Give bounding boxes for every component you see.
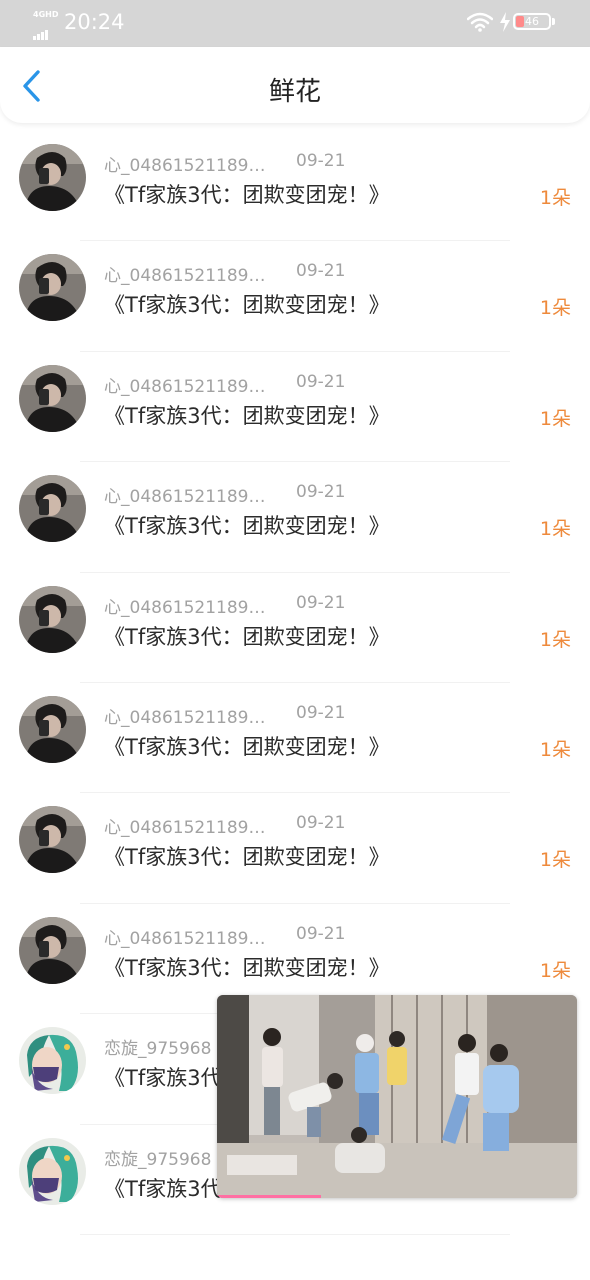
flower-count: 1朵 [539,849,571,872]
send-date: 09-21 [296,923,346,944]
avatar[interactable] [19,475,86,543]
avatar[interactable] [19,916,86,984]
avatar[interactable] [19,1137,86,1205]
flower-list-item[interactable]: 心_04861521189… 09-21 《Tf家族3代：团欺变团宠！》 1朵 [0,793,590,904]
sender-name: 心_04861521189… [104,707,266,728]
divider [80,1233,510,1235]
sender-name: 心_04861521189… [104,928,266,949]
send-date: 09-21 [296,151,346,171]
work-title: 《Tf家族3代：团欺变团宠！》 [104,955,390,980]
work-title: 《Tf家族3代 [104,1066,222,1091]
page-title: 鲜花 [268,77,321,107]
send-date: 09-21 [296,702,346,723]
avatar-anime-icon [19,1137,86,1205]
flower-count: 1朵 [539,297,571,320]
avatar[interactable] [19,585,86,653]
work-title: 《Tf家族3代：团欺变团宠！》 [104,734,390,759]
charging-icon [500,12,510,32]
work-title: 《Tf家族3代：团欺变团宠！》 [104,183,390,207]
sender-name: 心_04861521189… [104,487,266,508]
flower-list-item[interactable]: 心_04861521189… 09-21 《Tf家族3代：团欺变团宠！》 1朵 [0,573,590,683]
flower-list-item[interactable]: 心_04861521189… 09-21 《Tf家族3代：团欺变团宠！》 1朵 [0,683,590,794]
flower-count: 1朵 [539,518,571,541]
work-title: 《Tf家族3代：团欺变团宠！》 [104,514,390,539]
work-title: 《Tf家族3代：团欺变团宠！》 [104,403,390,428]
wifi-icon [467,12,493,32]
avatar[interactable] [19,254,86,322]
send-date: 09-21 [296,261,346,282]
sender-name: 心_04861521189… [104,156,266,176]
sender-name: 心_04861521189… [104,818,266,839]
send-date: 09-21 [296,371,346,392]
avatar-portrait-icon [19,585,86,653]
flower-list-item[interactable]: 心_04861521189… 09-21 《Tf家族3代：团欺变团宠！》 1朵 [0,241,590,352]
network-type: 4GHD [33,10,59,19]
avatar-portrait-icon [19,364,86,432]
sender-name: 心_04861521189… [104,597,266,618]
sender-name: 心_04861521189… [104,376,266,397]
work-title: 《Tf家族3代 [104,1176,222,1201]
avatar-portrait-icon [19,916,86,984]
flower-count: 1朵 [539,959,571,982]
status-bar: 4GHD 20:24 46 [0,0,590,47]
header: 鲜花 [0,47,590,123]
avatar[interactable] [19,695,86,763]
work-title: 《Tf家族3代：团欺变团宠！》 [104,845,390,870]
video-frame [217,995,577,1198]
avatar[interactable] [19,144,86,211]
battery-level: 46 [525,15,539,28]
avatar[interactable] [19,364,86,432]
battery-icon: 46 [513,13,551,30]
floating-video-player[interactable] [217,995,577,1198]
flower-count: 1朵 [539,628,571,651]
avatar-portrait-icon [19,475,86,543]
send-date: 09-21 [296,813,346,834]
status-time: 20:24 [64,10,125,34]
avatar-portrait-icon [19,254,86,322]
flower-list-item[interactable]: 心_04861521189… 09-21 《Tf家族3代：团欺变团宠！》 1朵 [0,131,590,242]
work-title: 《Tf家族3代：团欺变团宠！》 [104,624,390,649]
avatar-portrait-icon [19,144,86,211]
avatar-portrait-icon [19,806,86,874]
flower-list-item[interactable]: 心_04861521189… 09-21 《Tf家族3代：团欺变团宠！》 1朵 [0,352,590,463]
avatar-anime-icon [19,1027,86,1095]
signal-icon: 4GHD [33,10,59,40]
send-date: 09-21 [296,592,346,613]
avatar[interactable] [19,806,86,874]
flower-count: 1朵 [539,407,571,430]
video-progress-bar[interactable] [217,1195,322,1198]
avatar-portrait-icon [19,695,86,763]
send-date: 09-21 [296,482,346,503]
flower-count: 1朵 [539,738,571,761]
flower-list-item[interactable]: 心_04861521189… 09-21 《Tf家族3代：团欺变团宠！》 1朵 [0,462,590,573]
flower-count: 1朵 [539,187,571,209]
avatar[interactable] [19,1027,86,1095]
work-title: 《Tf家族3代：团欺变团宠！》 [104,293,390,318]
sender-name: 心_04861521189… [104,266,266,287]
